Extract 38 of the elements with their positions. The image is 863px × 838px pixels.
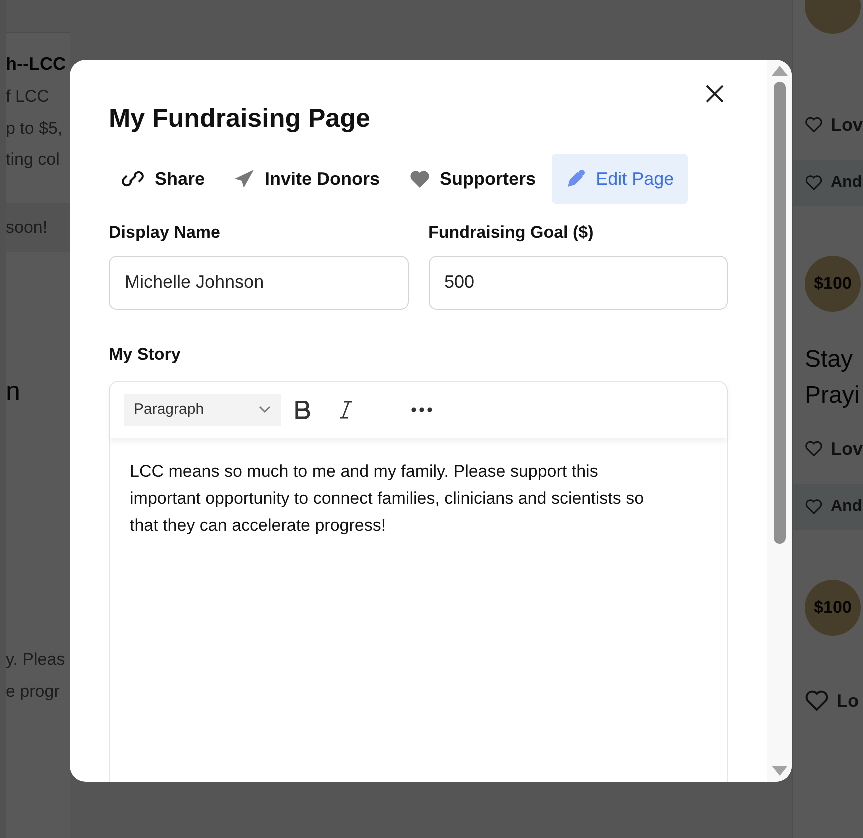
card-title: h--LCC	[6, 53, 67, 76]
story-text: LCC means so much to me and my family. Please support this important opportunity to connect families, clinicians and scientists so that they can accelerate progress!	[129, 461, 646, 537]
field-label: Display Name	[109, 222, 222, 244]
card-text: ting col	[6, 149, 61, 171]
tab[interactable]: Supporters	[396, 154, 550, 204]
pen-icon	[566, 169, 586, 189]
heart-icon	[410, 170, 430, 188]
scrollbar-thumb[interactable]	[774, 82, 786, 544]
heart-outline-icon	[805, 690, 829, 712]
input-field[interactable]: 500	[428, 256, 728, 310]
more-icon[interactable]	[411, 407, 433, 413]
amount-badge: $100	[805, 256, 861, 312]
modal-title: My Fundraising Page	[109, 102, 372, 135]
tab[interactable]: Invite Donors	[221, 154, 394, 204]
link-icon	[121, 171, 145, 187]
italic-icon[interactable]	[339, 401, 353, 419]
scrollbar[interactable]	[767, 60, 792, 782]
card-text: y. Pleas	[6, 649, 66, 671]
amount-badge: $100	[805, 580, 861, 636]
field-label: My Story	[109, 344, 182, 366]
format-dropdown[interactable]: Paragraph	[124, 394, 281, 426]
rich-text-editor[interactable]: Paragraph LCC means so much to me and my family. Please support this important opportunity to connect families, clinicians and scientists so that they can accelerate progress!	[109, 381, 728, 782]
close-icon	[706, 85, 724, 103]
field-label: Fundraising Goal ($)	[428, 222, 595, 244]
card-heading: Stay	[805, 345, 854, 375]
card-text: e progr	[6, 680, 61, 702]
input-field[interactable]: Michelle Johnson	[109, 256, 408, 310]
bold-icon[interactable]	[295, 401, 311, 419]
tab[interactable]: Edit Page	[552, 154, 688, 204]
tab[interactable]: Share	[107, 154, 220, 204]
heart-outline-icon	[805, 175, 823, 191]
chevron-down-icon	[259, 406, 271, 414]
card-heading: n	[6, 375, 22, 408]
heart-outline-icon	[805, 499, 823, 515]
paper-plane-icon	[235, 170, 256, 188]
card-heading: Prayi	[805, 381, 861, 411]
card-text: f LCC	[6, 86, 50, 108]
card-text: p to $5,	[6, 118, 64, 140]
